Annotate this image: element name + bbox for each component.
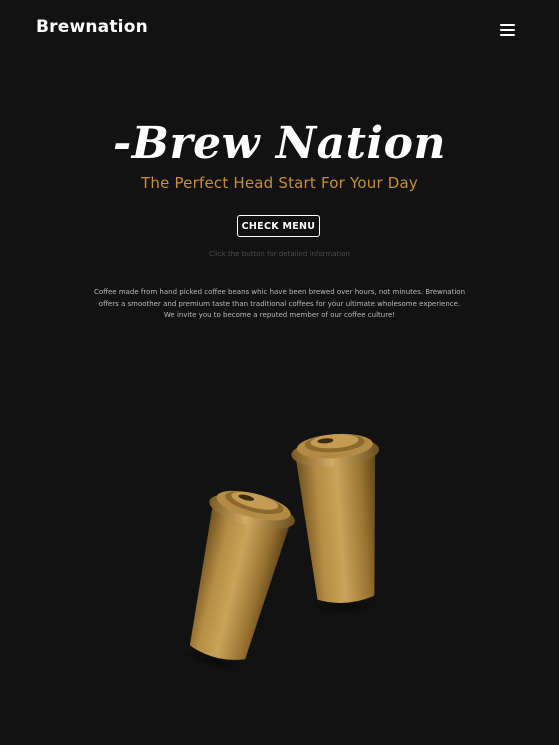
hero-subtitle: The Perfect Head Start For Your Day xyxy=(141,174,418,192)
coffee-cups-illustration xyxy=(179,433,382,673)
cta-hint: Click the button for detailed informatio… xyxy=(209,250,350,258)
coffee-cup-right xyxy=(291,433,382,615)
description-line: We invite you to become a reputed member… xyxy=(163,311,396,319)
coffee-cup-left xyxy=(179,490,295,673)
menu-line xyxy=(500,34,515,36)
hamburger-menu-icon[interactable] xyxy=(498,22,518,38)
menu-line xyxy=(500,24,515,26)
description-line: offers a smoother and premium taste than… xyxy=(98,299,461,308)
check-menu-button[interactable]: CHECK MENU xyxy=(237,215,320,237)
brand-logo[interactable]: Brewnation xyxy=(36,17,148,37)
menu-line xyxy=(500,29,515,31)
top-navbar: Brewnation xyxy=(0,0,559,58)
hero-description: Coffee made from hand picked coffee bean… xyxy=(60,287,499,322)
description-line: Coffee made from hand picked coffee bean… xyxy=(93,288,466,296)
hero-title: -Brew Nation xyxy=(113,118,446,169)
